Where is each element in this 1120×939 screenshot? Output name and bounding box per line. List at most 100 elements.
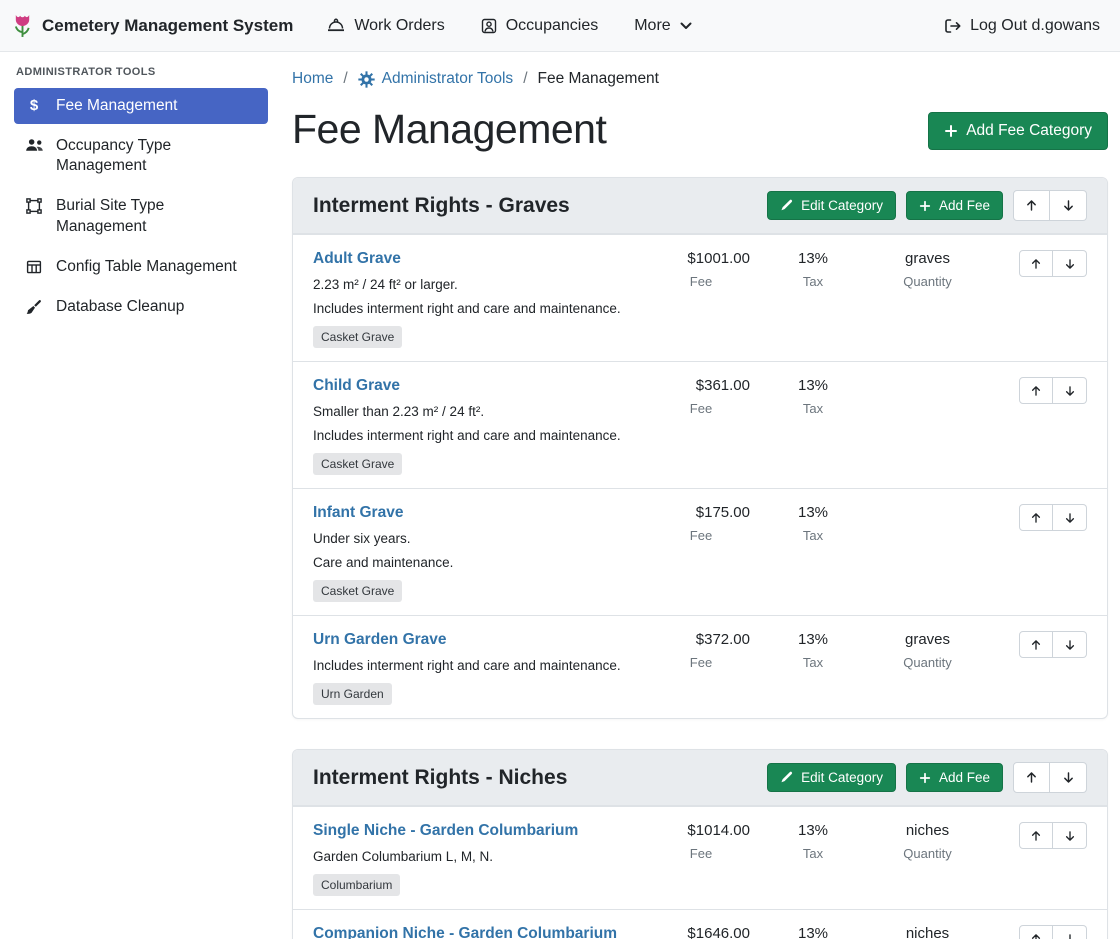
fee-name-link[interactable]: Adult Grave (313, 250, 634, 268)
edit-category-label: Edit Category (801, 770, 883, 785)
move-fee-down-button[interactable] (1053, 822, 1087, 849)
arrow-up-icon (1030, 830, 1042, 842)
sidebar-item-fee-management[interactable]: $ Fee Management (14, 88, 268, 124)
logout-icon (944, 18, 961, 34)
breadcrumb: Home / (292, 70, 1108, 88)
move-category-down-button[interactable] (1050, 190, 1087, 221)
fee-name-link[interactable]: Child Grave (313, 377, 634, 395)
fee-tax: 13% (768, 250, 858, 267)
pencil-icon (780, 771, 793, 784)
sidebar-item-label: Config Table Management (56, 257, 237, 277)
sidebar-item-burial-site-type[interactable]: Burial Site Type Management (14, 188, 268, 244)
arrow-down-icon (1064, 258, 1076, 270)
arrow-up-icon (1030, 385, 1042, 397)
move-fee-up-button[interactable] (1019, 504, 1053, 531)
fee-amount-label: Fee (646, 401, 756, 416)
fee-name-link[interactable]: Single Niche - Garden Columbarium (313, 822, 634, 840)
app-brand[interactable]: Cemetery Management System (12, 12, 293, 39)
fee-tax-label: Tax (768, 846, 858, 861)
add-fee-category-button[interactable]: Add Fee Category (928, 112, 1108, 150)
fee-amount: $361.00 (646, 377, 756, 394)
fee-reorder-group (1019, 925, 1087, 939)
move-category-up-button[interactable] (1013, 762, 1050, 793)
edit-category-button[interactable]: Edit Category (767, 191, 896, 220)
move-fee-up-button[interactable] (1019, 377, 1053, 404)
fee-name-link[interactable]: Urn Garden Grave (313, 631, 634, 649)
fee-quantity-label: Quantity (870, 655, 985, 670)
fee-amount: $372.00 (646, 631, 756, 648)
arrow-down-icon (1064, 639, 1076, 651)
move-fee-down-button[interactable] (1053, 377, 1087, 404)
breadcrumb-admin-tools-link[interactable]: Administrator Tools (358, 70, 514, 88)
fee-type-badge: Casket Grave (313, 453, 402, 475)
fee-type-badge: Casket Grave (313, 580, 402, 602)
sidebar-heading: ADMINISTRATOR TOOLS (14, 66, 268, 88)
arrow-down-icon (1064, 933, 1076, 939)
category-reorder-group (1013, 762, 1087, 793)
fee-type-badge: Casket Grave (313, 326, 402, 348)
fee-description: Under six years. (313, 531, 634, 546)
chevron-down-icon (680, 22, 692, 30)
arrow-down-icon (1062, 199, 1075, 212)
move-fee-up-button[interactable] (1019, 925, 1053, 939)
fee-name-link[interactable]: Companion Niche - Garden Columbarium (313, 925, 634, 939)
move-fee-up-button[interactable] (1019, 822, 1053, 849)
fee-amount: $175.00 (646, 504, 756, 521)
nav-more[interactable]: More (634, 17, 691, 35)
plus-icon (919, 200, 931, 212)
move-category-up-button[interactable] (1013, 190, 1050, 221)
sidebar-item-label: Burial Site Type Management (56, 196, 258, 236)
fee-name-link[interactable]: Infant Grave (313, 504, 634, 522)
fee-row: Adult Grave 2.23 m² / 24 ft² or larger. … (293, 234, 1107, 361)
fee-quantity: graves (870, 631, 985, 648)
add-fee-button[interactable]: Add Fee (906, 191, 1003, 220)
fee-reorder-group (1019, 822, 1087, 849)
fee-tax-label: Tax (768, 528, 858, 543)
move-fee-down-button[interactable] (1053, 250, 1087, 277)
sidebar-item-occupancy-type[interactable]: Occupancy Type Management (14, 128, 268, 184)
logout-button[interactable]: Log Out d.gowans (944, 17, 1100, 35)
dollar-icon: $ (24, 98, 44, 113)
category-header: Interment Rights - Graves Edit Category … (293, 178, 1107, 234)
sidebar-item-database-cleanup[interactable]: Database Cleanup (14, 289, 268, 325)
add-fee-button[interactable]: Add Fee (906, 763, 1003, 792)
fee-reorder-group (1019, 250, 1087, 277)
arrow-up-icon (1025, 199, 1038, 212)
pencil-icon (780, 199, 793, 212)
fee-reorder-group (1019, 377, 1087, 404)
fee-tax: 13% (768, 504, 858, 521)
fee-quantity-label: Quantity (870, 274, 985, 289)
arrow-up-icon (1030, 512, 1042, 524)
fee-amount: $1014.00 (646, 822, 756, 839)
move-fee-down-button[interactable] (1053, 631, 1087, 658)
breadcrumb-separator: / (523, 70, 527, 88)
move-fee-down-button[interactable] (1053, 925, 1087, 939)
add-fee-category-label: Add Fee Category (966, 122, 1092, 140)
fee-tax: 13% (768, 631, 858, 648)
move-fee-up-button[interactable] (1019, 250, 1053, 277)
arrow-up-icon (1030, 933, 1042, 939)
category-title: Interment Rights - Niches (313, 766, 567, 790)
logout-label: Log Out d.gowans (970, 17, 1100, 35)
move-category-down-button[interactable] (1050, 762, 1087, 793)
breadcrumb-home-link[interactable]: Home (292, 70, 333, 88)
nav-occupancies[interactable]: Occupancies (481, 17, 599, 35)
fee-quantity: niches (870, 822, 985, 839)
move-fee-up-button[interactable] (1019, 631, 1053, 658)
sidebar-item-config-table[interactable]: Config Table Management (14, 249, 268, 285)
breadcrumb-separator: / (343, 70, 347, 88)
sidebar-item-label: Fee Management (56, 96, 178, 116)
fee-row: Child Grave Smaller than 2.23 m² / 24 ft… (293, 361, 1107, 488)
category-title: Interment Rights - Graves (313, 194, 570, 218)
move-fee-down-button[interactable] (1053, 504, 1087, 531)
fee-row: Single Niche - Garden Columbarium Garden… (293, 806, 1107, 909)
navbar-links: Work Orders Occupancies More (327, 17, 691, 35)
nav-work-orders[interactable]: Work Orders (327, 17, 444, 35)
breadcrumb-home-label: Home (292, 70, 333, 88)
breadcrumb-admin-tools-label: Administrator Tools (382, 70, 514, 88)
category-reorder-group (1013, 190, 1087, 221)
fee-quantity: graves (870, 250, 985, 267)
add-fee-label: Add Fee (939, 770, 990, 785)
edit-category-button[interactable]: Edit Category (767, 763, 896, 792)
fee-category-card-niches: Interment Rights - Niches Edit Category … (292, 749, 1108, 939)
